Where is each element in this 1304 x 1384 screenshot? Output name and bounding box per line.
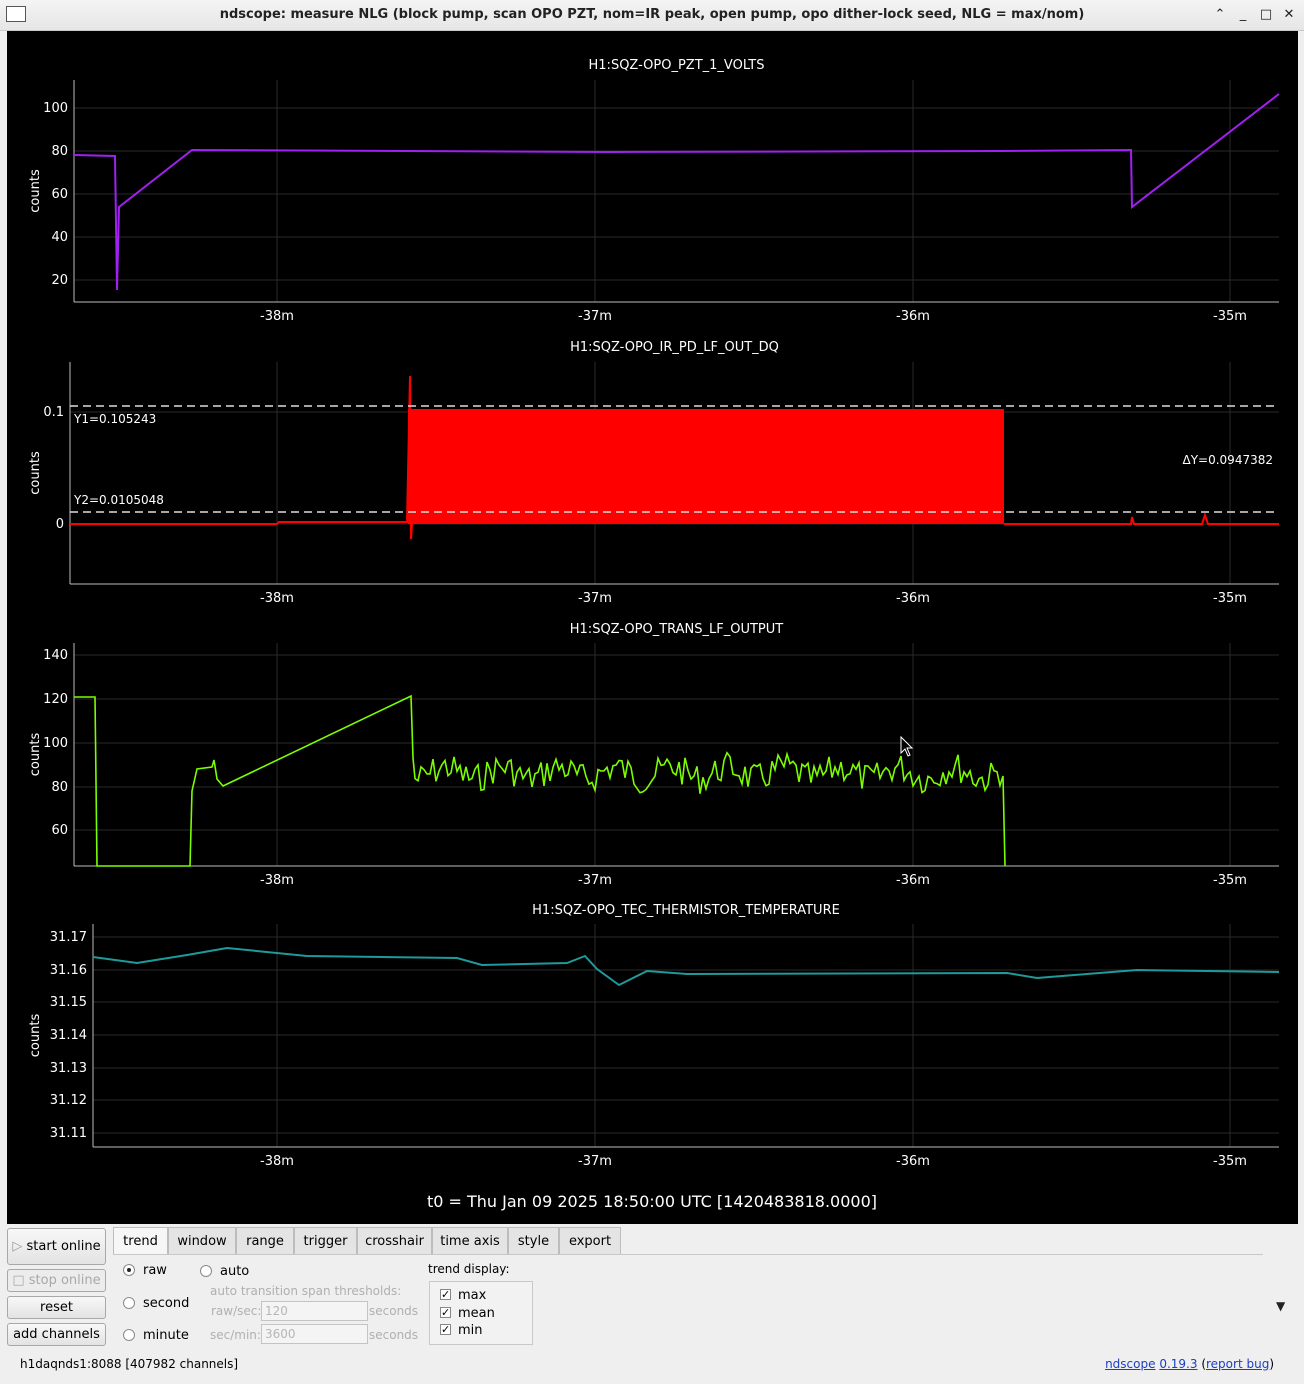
trace-ir-pd-filled [408, 409, 1004, 524]
y-tick-label: 31.13 [50, 1061, 87, 1076]
sec-min-unit: seconds [369, 1328, 419, 1342]
start-online-button[interactable]: ▷ start online [7, 1228, 106, 1265]
y-tick-label: 31.16 [50, 963, 87, 978]
sec-min-input: 3600 [261, 1324, 368, 1344]
about-links: ndscope 0.19.3 (report bug) [1105, 1357, 1274, 1371]
x-tick-label: -37m [578, 591, 612, 606]
tab-trend[interactable]: trend [113, 1227, 168, 1255]
thresholds-label: auto transition span thresholds: [210, 1284, 402, 1298]
tab-time-axis[interactable]: time axis [432, 1227, 508, 1254]
x-tick-label: -35m [1213, 1154, 1247, 1169]
crosshair-dy-label: ΔY=0.0947382 [1183, 453, 1274, 467]
mouse-cursor-icon [900, 735, 914, 757]
y-axis-label: counts [28, 1014, 43, 1058]
trace-pzt-volts [73, 93, 1280, 291]
tab-style[interactable]: style [508, 1227, 559, 1254]
plot-title: H1:SQZ-OPO_TRANS_LF_OUTPUT [570, 622, 784, 637]
title-bar: ndscope: measure NLG (block pump, scan O… [0, 0, 1304, 31]
crosshair-y1-label: Y1=0.105243 [73, 412, 156, 426]
x-tick-label: -38m [260, 309, 294, 324]
y-axis-label: counts [28, 451, 43, 495]
tab-crosshair[interactable]: crosshair [357, 1227, 432, 1254]
y-tick-label: 80 [51, 144, 68, 159]
window-title: ndscope: measure NLG (block pump, scan O… [219, 7, 1085, 22]
x-tick-label: -36m [896, 1154, 930, 1169]
y-tick-label: 31.17 [50, 930, 87, 945]
trace-tec-temperature [92, 946, 1280, 987]
x-tick-label: -35m [1213, 591, 1247, 606]
y-tick-label: 80 [51, 780, 68, 795]
sec-min-label: sec/min: [210, 1328, 261, 1342]
x-tick-label: -36m [896, 309, 930, 324]
x-tick-label: -36m [896, 591, 930, 606]
y-tick-label: 60 [51, 187, 68, 202]
plot-title: H1:SQZ-OPO_TEC_THERMISTOR_TEMPERATURE [532, 903, 840, 918]
control-panel: ▷ start online □ stop online reset add c… [0, 1224, 1304, 1384]
version-link[interactable]: 0.19.3 [1159, 1357, 1197, 1371]
t0-label: t0 = Thu Jan 09 2025 18:50:00 UTC [14204… [427, 1192, 877, 1211]
trace-ir-pd-right [1004, 511, 1279, 525]
report-bug-link[interactable]: report bug [1206, 1357, 1269, 1371]
raw-sec-unit: seconds [369, 1304, 419, 1318]
x-tick-label: -37m [578, 309, 612, 324]
server-status: h1daqnds1:8088 [407982 channels] [20, 1357, 239, 1371]
y-tick-label: 31.15 [50, 995, 87, 1010]
raw-sec-label: raw/sec: [211, 1304, 262, 1318]
panel-expand-icon[interactable]: ▼ [1276, 1299, 1285, 1313]
y-tick-label: 20 [51, 273, 68, 288]
y-tick-label: 31.12 [50, 1093, 87, 1108]
y-tick-label: 31.11 [50, 1126, 87, 1141]
trace-opo-trans [74, 694, 1006, 867]
y-axis-label: counts [28, 169, 43, 213]
tab-export[interactable]: export [559, 1227, 621, 1254]
plot-title: H1:SQZ-OPO_PZT_1_VOLTS [589, 58, 765, 73]
x-tick-label: -36m [896, 873, 930, 888]
y-tick-label: 0 [56, 517, 64, 532]
crosshair-y2-label: Y2=0.0105048 [73, 493, 164, 507]
tab-trigger[interactable]: trigger [294, 1227, 357, 1254]
x-tick-label: -38m [260, 591, 294, 606]
trend-display-label: trend display: [428, 1262, 510, 1276]
x-tick-label: -38m [260, 873, 294, 888]
y-tick-label: 140 [43, 648, 68, 663]
y-tick-label: 31.14 [50, 1028, 87, 1043]
y-tick-label: 100 [43, 101, 68, 116]
y-tick-label: 100 [43, 736, 68, 751]
keep-above-icon[interactable]: ⌃ [1211, 6, 1229, 24]
tab-range[interactable]: range [236, 1227, 294, 1254]
close-icon[interactable]: ✕ [1280, 6, 1298, 24]
tab-window[interactable]: window [168, 1227, 236, 1254]
y-tick-label: 60 [51, 823, 68, 838]
stop-online-button: □ stop online [7, 1269, 106, 1292]
x-tick-label: -37m [578, 1154, 612, 1169]
add-channels-button[interactable]: add channels [7, 1323, 106, 1346]
minimize-icon[interactable]: _ [1234, 6, 1252, 24]
raw-sec-input: 120 [261, 1301, 368, 1321]
plot-area[interactable]: t0 = Thu Jan 09 2025 18:50:00 UTC [14204… [7, 31, 1298, 1224]
x-tick-label: -35m [1213, 873, 1247, 888]
y-axis-label: counts [28, 733, 43, 777]
trace-ir-pd-left [70, 375, 413, 540]
y-tick-label: 120 [43, 692, 68, 707]
y-tick-label: 0.1 [43, 405, 64, 420]
tab-divider [113, 1254, 1263, 1255]
trend-display-group: ✓ max ✓ mean ✓ min [429, 1281, 533, 1345]
ndscope-link[interactable]: ndscope [1105, 1357, 1155, 1371]
reset-button[interactable]: reset [7, 1296, 106, 1319]
y-tick-label: 40 [51, 230, 68, 245]
plot-title: H1:SQZ-OPO_IR_PD_LF_OUT_DQ [570, 340, 779, 355]
x-tick-label: -38m [260, 1154, 294, 1169]
x-tick-label: -35m [1213, 309, 1247, 324]
maximize-icon[interactable]: □ [1257, 6, 1275, 24]
x-tick-label: -37m [578, 873, 612, 888]
